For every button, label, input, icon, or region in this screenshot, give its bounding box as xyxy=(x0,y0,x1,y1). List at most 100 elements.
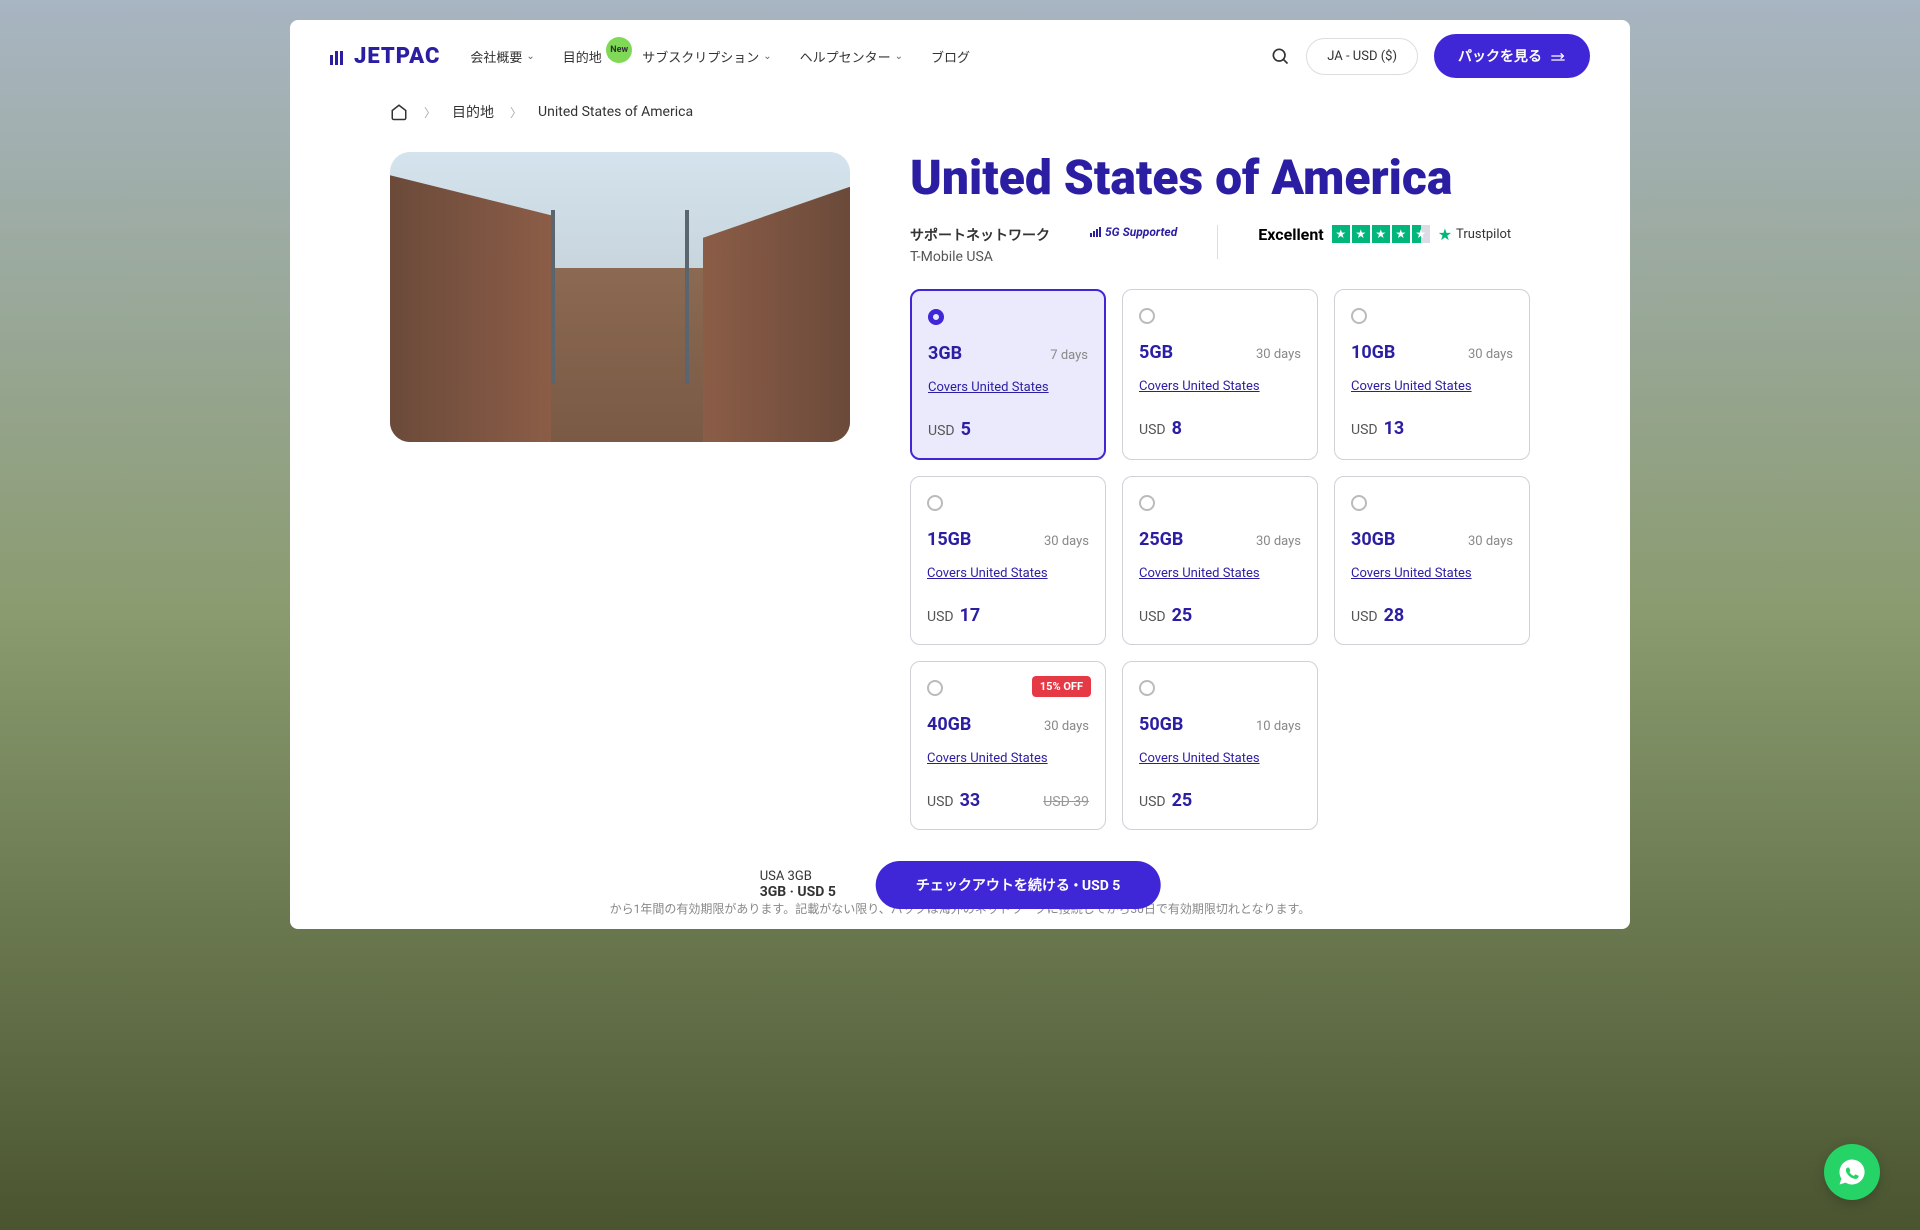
plan-currency: USD xyxy=(928,423,955,439)
radio-icon xyxy=(927,680,943,696)
plan-currency: USD xyxy=(1139,422,1166,438)
page-title: United States of America xyxy=(910,152,1530,205)
star-icon: ★ xyxy=(1372,225,1390,243)
plan-size: 50GB xyxy=(1139,714,1183,735)
breadcrumb: 〉 目的地 〉 United States of America xyxy=(290,92,1630,132)
hero-image xyxy=(390,152,850,442)
plan-card[interactable]: 3GB 7 days Covers United States USD 5 xyxy=(910,289,1106,460)
plan-duration: 10 days xyxy=(1256,719,1301,734)
nav-company[interactable]: 会社概要 ⌄ xyxy=(470,47,534,66)
nav-blog[interactable]: ブログ xyxy=(931,47,970,66)
discount-badge: 15% OFF xyxy=(1032,676,1091,697)
plan-card[interactable]: 5GB 30 days Covers United States USD 8 xyxy=(1122,289,1318,460)
star-icon: ★ xyxy=(1438,225,1452,244)
badge-new: New xyxy=(606,37,632,63)
sub-row: サポートネットワーク T-Mobile USA 5G Supported Exc… xyxy=(910,225,1530,265)
checkout-bar: USA 3GB 3GB · USD 5 チェックアウトを続ける • USD 5 xyxy=(760,861,1161,909)
radio-icon xyxy=(1139,680,1155,696)
plan-size: 5GB xyxy=(1139,342,1173,363)
plan-size: 10GB xyxy=(1351,342,1395,363)
nav-label: 会社概要 xyxy=(470,47,522,66)
plan-card[interactable]: 15GB 30 days Covers United States USD 17 xyxy=(910,476,1106,645)
plan-card[interactable]: 10GB 30 days Covers United States USD 13 xyxy=(1334,289,1530,460)
brand-logo[interactable]: JETPAC xyxy=(330,44,440,69)
chevron-right-icon: 〉 xyxy=(424,104,436,121)
plan-duration: 30 days xyxy=(1468,534,1513,549)
nav-right: JA - USD ($) パックを見る xyxy=(1270,34,1590,78)
star-icon: ★ xyxy=(1392,225,1410,243)
plan-currency: USD xyxy=(927,794,954,810)
plan-coverage-link[interactable]: Covers United States xyxy=(928,380,1088,395)
trustpilot-stars: ★ ★ ★ ★ ★ xyxy=(1332,225,1430,243)
plan-size: 3GB xyxy=(928,343,962,364)
plan-duration: 30 days xyxy=(1256,347,1301,362)
plan-currency: USD xyxy=(1139,794,1166,810)
plan-price: 17 xyxy=(960,605,981,626)
plan-card[interactable]: 50GB 10 days Covers United States USD 25 xyxy=(1122,661,1318,830)
nav-help[interactable]: ヘルプセンター ⌄ xyxy=(800,47,903,66)
radio-icon xyxy=(1351,495,1367,511)
nav-items: 会社概要 ⌄ 目的地 ⌄ New サブスクリプション ⌄ ヘルプセンター ⌄ ブ… xyxy=(470,47,970,66)
radio-icon xyxy=(928,309,944,325)
checkout-price: 3GB · USD 5 xyxy=(760,884,836,900)
plan-card[interactable]: 25GB 30 days Covers United States USD 25 xyxy=(1122,476,1318,645)
plan-coverage-link[interactable]: Covers United States xyxy=(1139,566,1301,581)
star-icon: ★ xyxy=(1352,225,1370,243)
locale-button[interactable]: JA - USD ($) xyxy=(1306,38,1418,75)
chevron-down-icon: ⌄ xyxy=(526,51,534,62)
app-window: JETPAC 会社概要 ⌄ 目的地 ⌄ New サブスクリプション ⌄ ヘルプセ… xyxy=(290,20,1630,929)
whatsapp-button[interactable] xyxy=(1824,1144,1880,1200)
plan-duration: 30 days xyxy=(1044,534,1089,549)
whatsapp-icon xyxy=(1837,1157,1867,1187)
plan-price: 28 xyxy=(1384,605,1405,626)
checkout-button[interactable]: チェックアウトを続ける • USD 5 xyxy=(876,861,1160,909)
plan-duration: 7 days xyxy=(1050,348,1088,363)
plan-coverage-link[interactable]: Covers United States xyxy=(1351,379,1513,394)
breadcrumb-item[interactable]: 目的地 xyxy=(452,102,494,122)
view-packs-button[interactable]: パックを見る xyxy=(1434,34,1590,78)
plan-coverage-link[interactable]: Covers United States xyxy=(1139,379,1301,394)
checkout-summary: USA 3GB 3GB · USD 5 xyxy=(760,869,836,900)
plan-card[interactable]: 30GB 30 days Covers United States USD 28 xyxy=(1334,476,1530,645)
plan-coverage-link[interactable]: Covers United States xyxy=(927,751,1089,766)
plan-coverage-link[interactable]: Covers United States xyxy=(1139,751,1301,766)
star-half-icon: ★ xyxy=(1412,225,1430,243)
star-icon: ★ xyxy=(1332,225,1350,243)
chevron-down-icon: ⌄ xyxy=(895,51,903,62)
trustpilot-logo: ★ Trustpilot xyxy=(1438,225,1511,244)
5g-text: 5G Supported xyxy=(1105,225,1177,239)
5g-supported: 5G Supported xyxy=(1090,225,1177,239)
plan-card[interactable]: 15% OFF 40GB 30 days Covers United State… xyxy=(910,661,1106,830)
search-icon[interactable] xyxy=(1270,46,1290,66)
nav-subscription[interactable]: サブスクリプション ⌄ xyxy=(642,47,771,66)
plan-price: 13 xyxy=(1384,418,1405,439)
chevron-right-icon: 〉 xyxy=(510,104,522,121)
right-column: United States of America サポートネットワーク T-Mo… xyxy=(910,152,1530,830)
network-info: サポートネットワーク T-Mobile USA xyxy=(910,225,1050,265)
nav-label: 目的地 xyxy=(563,47,602,66)
plan-price: 8 xyxy=(1172,418,1182,439)
cta-label: パックを見る xyxy=(1458,46,1542,66)
plan-size: 25GB xyxy=(1139,529,1183,550)
breadcrumb-current: United States of America xyxy=(538,104,693,120)
plan-currency: USD xyxy=(927,609,954,625)
plan-coverage-link[interactable]: Covers United States xyxy=(927,566,1089,581)
plan-duration: 30 days xyxy=(1044,719,1089,734)
home-icon[interactable] xyxy=(390,103,408,121)
radio-icon xyxy=(1351,308,1367,324)
plan-coverage-link[interactable]: Covers United States xyxy=(1351,566,1513,581)
plan-currency: USD xyxy=(1351,422,1378,438)
plan-old-price: USD 39 xyxy=(1043,794,1089,810)
plan-duration: 30 days xyxy=(1256,534,1301,549)
network-name: T-Mobile USA xyxy=(910,249,1050,265)
divider xyxy=(1217,225,1218,259)
trustpilot-rating[interactable]: Excellent ★ ★ ★ ★ ★ ★ Trustpilot xyxy=(1258,225,1511,244)
radio-icon xyxy=(1139,495,1155,511)
plan-price: 25 xyxy=(1172,605,1193,626)
logo-icon xyxy=(330,47,348,65)
signal-bars-icon xyxy=(1090,227,1101,237)
nav-label: サブスクリプション xyxy=(642,47,759,66)
nav-destinations[interactable]: 目的地 ⌄ New xyxy=(563,47,614,66)
plan-size: 30GB xyxy=(1351,529,1395,550)
plan-price: 25 xyxy=(1172,790,1193,811)
